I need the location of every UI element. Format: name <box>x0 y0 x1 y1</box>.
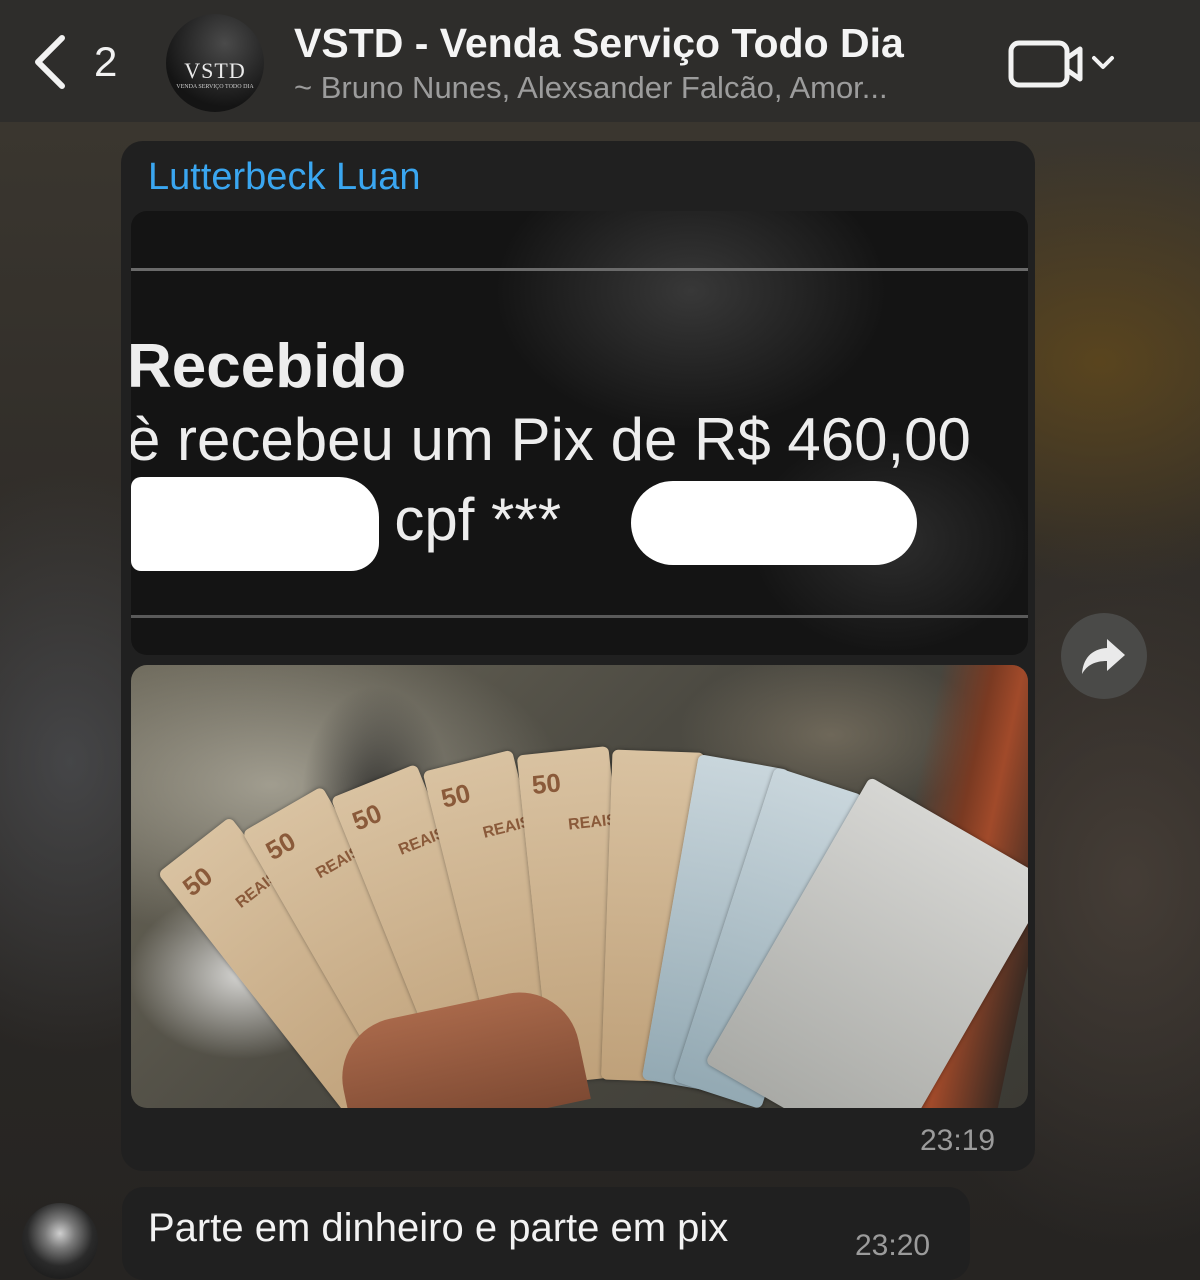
redaction-mark <box>131 477 379 571</box>
chevron-left-icon <box>35 35 65 89</box>
banknote-label: 50 <box>530 767 563 801</box>
avatar-logo-text: VSTD <box>184 58 246 83</box>
divider <box>131 615 1028 618</box>
group-avatar[interactable]: VSTD VENDA SERVIÇO TODO DIA <box>166 14 264 112</box>
message-text: Parte em dinheiro e parte em pix <box>148 1206 729 1250</box>
group-members[interactable]: ~ Bruno Nunes, Alexsander Falcão, Amor..… <box>294 70 954 106</box>
group-name[interactable]: VSTD - Venda Serviço Todo Dia <box>294 20 904 67</box>
pix-receipt-image[interactable]: Recebido è recebeu um Pix de R$ 460,00 s… <box>131 211 1028 655</box>
unread-count: 2 <box>94 38 118 85</box>
receipt-amount-text: è recebeu um Pix de R$ 460,00 <box>131 406 971 473</box>
cash-photo-image[interactable]: 50 REAIS 50 REAIS 50 REAIS 50 REAIS 50 R… <box>131 665 1028 1108</box>
avatar-logo-subtext: VENDA SERVIÇO TODO DIA <box>176 84 254 90</box>
banknote-label: 50 <box>260 825 301 867</box>
banknote-label: 50 <box>347 797 386 837</box>
chat-header: 2 VSTD VENDA SERVIÇO TODO DIA VSTD - Ven… <box>0 0 1200 122</box>
divider <box>131 268 1028 271</box>
back-button[interactable] <box>30 34 74 90</box>
sender-name[interactable]: Lutterbeck Luan <box>148 156 421 199</box>
banknote-label: 50 <box>438 777 474 814</box>
receipt-title: Recebido <box>131 332 407 401</box>
video-camera-icon <box>1008 40 1114 88</box>
message-timestamp: 23:20 <box>855 1229 931 1262</box>
video-call-button[interactable] <box>1008 38 1118 90</box>
sender-avatar[interactable] <box>22 1203 98 1279</box>
redaction-mark <box>631 481 917 565</box>
chevron-down-icon <box>1092 56 1114 69</box>
forward-button[interactable] <box>1061 613 1147 699</box>
banknote-label: 50 <box>176 860 219 903</box>
share-arrow-icon <box>1082 639 1125 674</box>
message-timestamp: 23:19 <box>920 1124 996 1157</box>
